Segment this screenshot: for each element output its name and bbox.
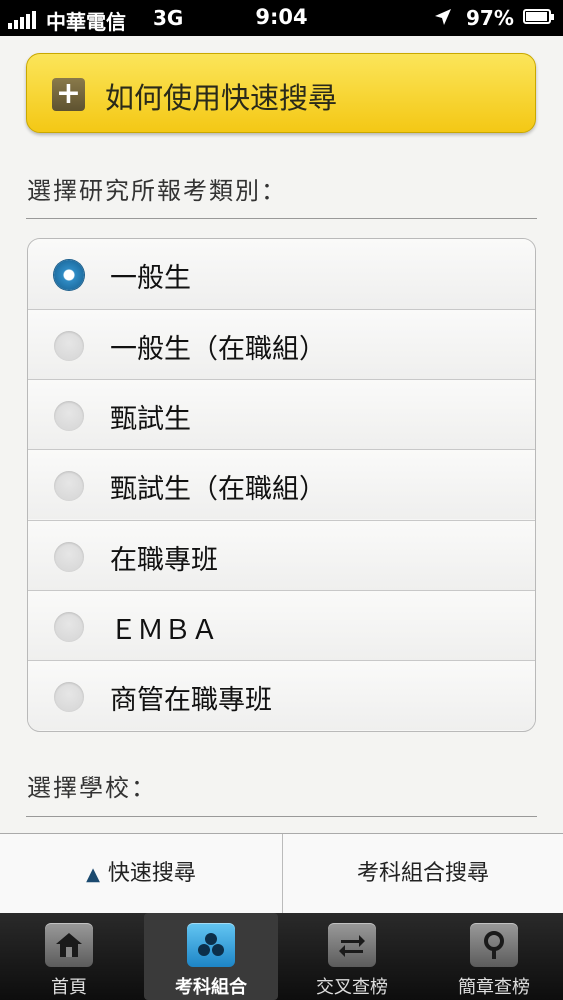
main-content: + 如何使用快速搜尋 選擇研究所報考類別： 一般生 一般生（在職組） 甄試生 甄… xyxy=(0,36,563,832)
triangle-up-icon: ▲ xyxy=(86,864,100,885)
bottom-tab-bar: 首頁 考科組合 交叉查榜 簡章查榜 xyxy=(0,913,563,1000)
option-label: 甄試生 xyxy=(110,404,191,435)
option-screening-in-service[interactable]: 甄試生（在職組） xyxy=(28,449,535,519)
option-general[interactable]: 一般生 xyxy=(28,239,535,309)
radio-unchecked-icon xyxy=(54,612,84,642)
divider xyxy=(26,816,537,817)
battery-icon xyxy=(523,9,554,24)
option-general-in-service[interactable]: 一般生（在職組） xyxy=(28,309,535,379)
option-label: 甄試生（在職組） xyxy=(110,474,326,505)
radio-unchecked-icon xyxy=(54,542,84,572)
tab-cross-check[interactable]: 交叉查榜 xyxy=(285,913,419,1000)
tab-home-label: 首頁 xyxy=(51,977,87,998)
tab-brochure-check[interactable]: 簡章查榜 xyxy=(427,913,561,1000)
option-label: 一般生 xyxy=(110,263,191,294)
tab-combo-search[interactable]: 考科組合搜尋 xyxy=(283,834,563,913)
search-mode-tabs: ▲ 快速搜尋 考科組合搜尋 xyxy=(0,833,563,913)
option-label: 在職專班 xyxy=(110,545,218,576)
category-option-list: 一般生 一般生（在職組） 甄試生 甄試生（在職組） 在職專班 ＥＭＢＡ 商管在職… xyxy=(27,238,536,732)
radio-checked-icon xyxy=(54,260,84,290)
tab-subject-combo[interactable]: 考科組合 xyxy=(144,913,278,1000)
tab-quick-search-label: 快速搜尋 xyxy=(107,861,196,886)
radio-unchecked-icon xyxy=(54,682,84,712)
tab-combo-search-label: 考科組合搜尋 xyxy=(356,861,489,886)
plus-icon: + xyxy=(52,78,85,111)
tab-quick-search[interactable]: ▲ 快速搜尋 xyxy=(0,834,283,913)
tab-cross-check-label: 交叉查榜 xyxy=(316,977,388,998)
tab-subject-combo-label: 考科組合 xyxy=(175,977,247,998)
help-banner-button[interactable]: + 如何使用快速搜尋 xyxy=(26,53,536,133)
home-icon xyxy=(45,923,93,967)
category-section-label: 選擇研究所報考類別： xyxy=(27,177,287,205)
option-business-in-service[interactable]: 商管在職專班 xyxy=(28,660,535,730)
location-arrow-icon xyxy=(435,9,451,25)
tab-home[interactable]: 首頁 xyxy=(2,913,136,1000)
radio-unchecked-icon xyxy=(54,471,84,501)
status-bar: 中華電信 3G 9:04 97% xyxy=(0,0,563,36)
option-label: 商管在職專班 xyxy=(110,685,272,716)
school-section-label: 選擇學校： xyxy=(27,774,157,802)
option-screening[interactable]: 甄試生 xyxy=(28,379,535,449)
help-banner-title: 如何使用快速搜尋 xyxy=(105,81,338,115)
swap-icon xyxy=(328,923,376,967)
divider xyxy=(26,218,537,219)
option-in-service-program[interactable]: 在職專班 xyxy=(28,520,535,590)
radio-unchecked-icon xyxy=(54,331,84,361)
option-label: 一般生（在職組） xyxy=(110,334,326,365)
tab-brochure-check-label: 簡章查榜 xyxy=(458,977,530,998)
option-emba[interactable]: ＥＭＢＡ xyxy=(28,590,535,660)
battery-percent: 97% xyxy=(466,6,514,30)
radio-unchecked-icon xyxy=(54,401,84,431)
subject-combo-icon xyxy=(187,923,235,967)
magnifier-icon xyxy=(470,923,518,967)
option-label: ＥＭＢＡ xyxy=(110,615,218,646)
